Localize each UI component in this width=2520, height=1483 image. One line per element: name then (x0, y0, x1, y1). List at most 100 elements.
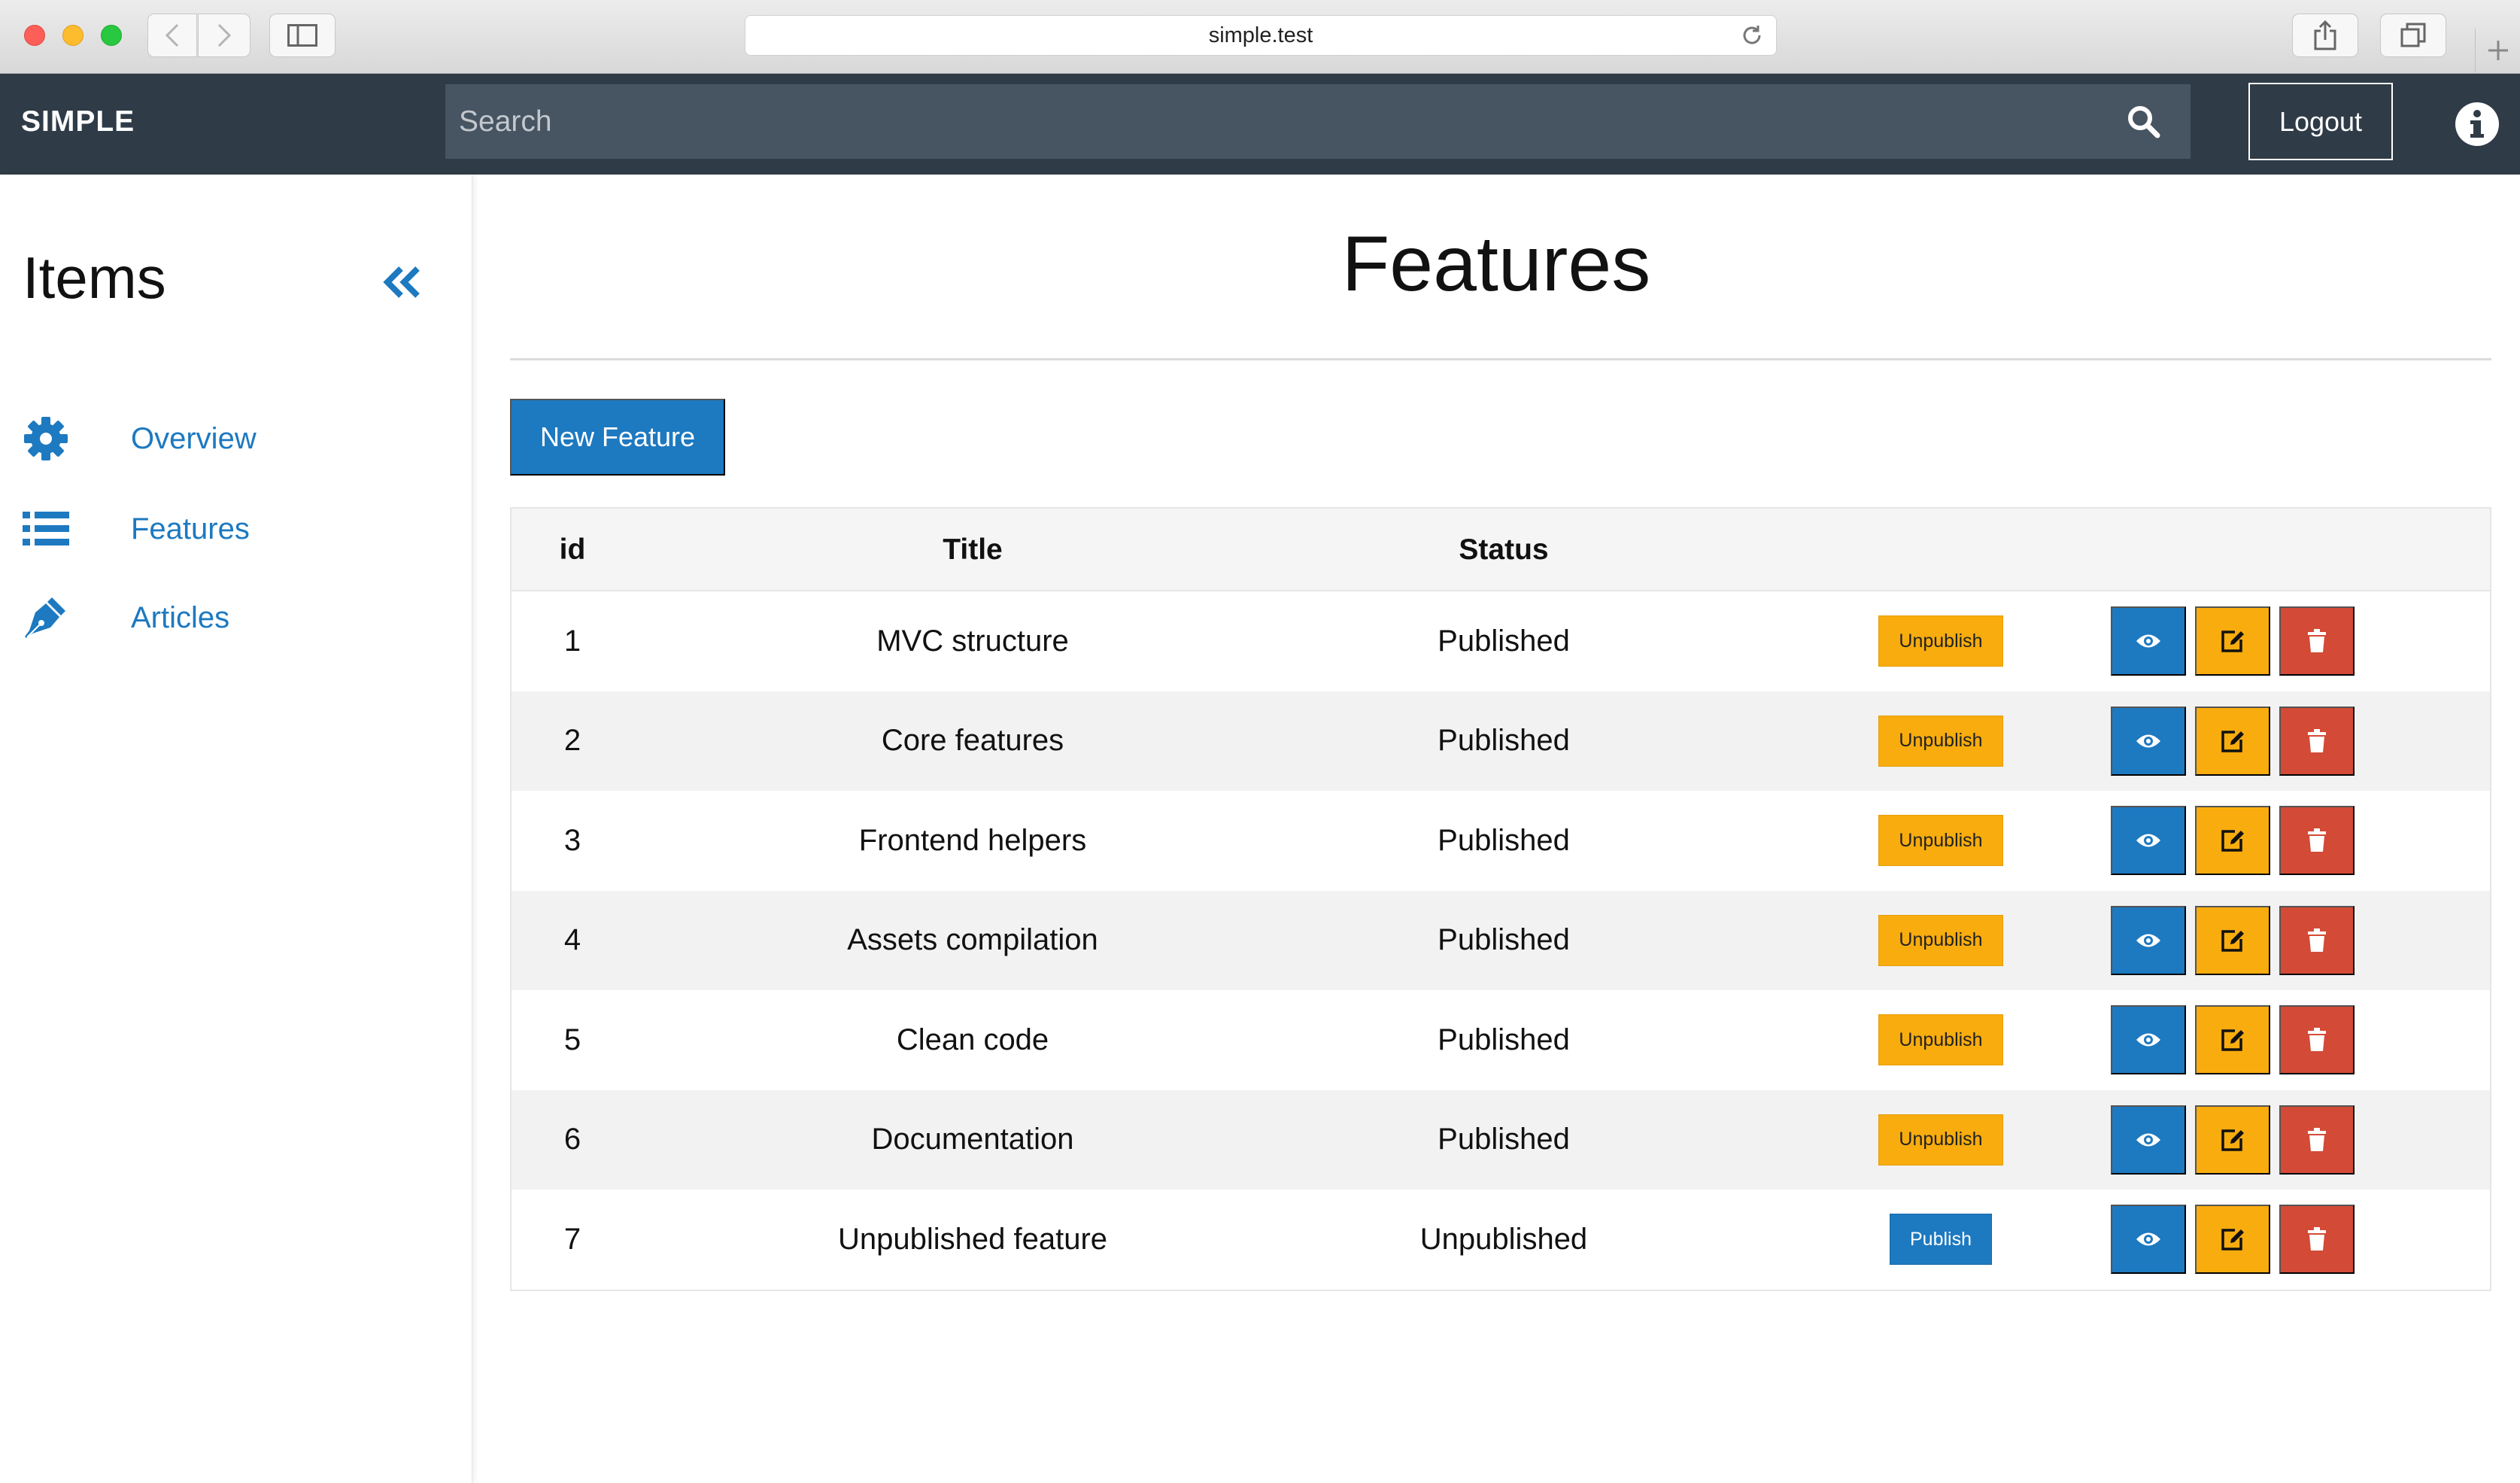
sidebar-item-features[interactable]: Features (23, 506, 250, 552)
cell-id-text: 4 (563, 923, 581, 957)
title-divider (510, 358, 2491, 360)
cell-status-text: Published (1438, 923, 1570, 957)
new-feature-button[interactable]: New Feature (510, 399, 725, 476)
view-button[interactable] (2111, 1205, 2186, 1275)
unpublish-button[interactable]: Unpublish (1878, 715, 2003, 767)
table-row: 3 Frontend helpers Published Unpublish (512, 791, 2490, 891)
trash-icon (2308, 828, 2326, 852)
unpublish-button[interactable]: Unpublish (1878, 914, 2003, 966)
minimize-window-button[interactable] (62, 25, 83, 46)
delete-button[interactable] (2279, 905, 2355, 975)
forward-button[interactable] (198, 14, 250, 57)
sidebar-item-label: Features (131, 512, 250, 545)
share-button[interactable] (2292, 14, 2358, 57)
cell-actions (2111, 591, 2464, 691)
publish-button[interactable]: Publish (1890, 1214, 1992, 1266)
edit-button[interactable] (2195, 1005, 2270, 1075)
edit-icon (2221, 1029, 2244, 1051)
cell-title-text: Documentation (871, 1123, 1074, 1156)
edit-button[interactable] (2195, 706, 2270, 776)
sidebar-title: Items (23, 245, 166, 311)
sidebar-item-overview[interactable]: Overview (23, 415, 257, 462)
eye-icon (2136, 934, 2160, 947)
sidebar-toggle-button[interactable] (269, 14, 335, 57)
cell-toggle: Unpublish (1805, 591, 2076, 691)
edit-button[interactable] (2195, 806, 2270, 876)
cell-title: Assets compilation (701, 891, 1244, 991)
search-input[interactable] (445, 84, 2191, 159)
table-row: 7 Unpublished feature Unpublished Publis… (512, 1190, 2490, 1290)
cell-status: Published (1268, 791, 1739, 891)
cell-toggle: Unpublish (1805, 990, 2076, 1090)
eye-icon (2136, 1232, 2160, 1246)
tab-overview-button[interactable] (2380, 14, 2446, 57)
cell-id-text: 6 (563, 1123, 581, 1156)
cell-actions (2111, 791, 2464, 891)
delete-button[interactable] (2279, 1205, 2355, 1275)
double-chevron-left-icon[interactable] (381, 265, 424, 303)
cell-title-text: MVC structure (876, 624, 1069, 658)
chevron-right-icon (217, 23, 232, 47)
delete-button[interactable] (2279, 806, 2355, 876)
delete-button[interactable] (2279, 1005, 2355, 1075)
trash-icon (2308, 1127, 2326, 1151)
view-button[interactable] (2111, 905, 2186, 975)
edit-button[interactable] (2195, 606, 2270, 676)
sidebar-item-articles[interactable]: Articles (23, 594, 229, 641)
new-tab-button[interactable] (2475, 29, 2520, 72)
cell-id-text: 5 (563, 1023, 581, 1056)
cell-actions (2111, 1090, 2464, 1190)
reload-icon[interactable] (1740, 23, 1764, 53)
cell-id: 5 (512, 990, 633, 1090)
browser-chrome: simple.test (0, 0, 2520, 74)
cell-id-text: 2 (563, 724, 581, 758)
cell-id: 6 (512, 1090, 633, 1190)
cell-status-text: Published (1438, 724, 1570, 758)
unpublish-button[interactable]: Unpublish (1878, 815, 2003, 867)
cell-id-text: 7 (563, 1222, 581, 1256)
pen-icon (23, 594, 69, 641)
edit-button[interactable] (2195, 905, 2270, 975)
unpublish-button[interactable]: Unpublish (1878, 615, 2003, 667)
address-bar[interactable]: simple.test (745, 15, 1777, 56)
zoom-window-button[interactable] (101, 25, 122, 46)
edit-button[interactable] (2195, 1105, 2270, 1175)
delete-button[interactable] (2279, 706, 2355, 776)
unpublish-button[interactable]: Unpublish (1878, 1014, 2003, 1066)
unpublish-button[interactable]: Unpublish (1878, 1114, 2003, 1165)
view-button[interactable] (2111, 706, 2186, 776)
table-body: 1 MVC structure Published Unpublish 2 Co… (512, 591, 2490, 1290)
table-row: 6 Documentation Published Unpublish (512, 1089, 2490, 1190)
view-button[interactable] (2111, 1105, 2186, 1175)
eye-icon (2136, 1133, 2160, 1147)
view-button[interactable] (2111, 606, 2186, 676)
cell-title-text: Frontend helpers (858, 823, 1087, 857)
info-icon[interactable] (2454, 101, 2500, 151)
trash-icon (2308, 928, 2326, 952)
cell-id-text: 1 (563, 624, 581, 658)
cell-status-text: Published (1438, 823, 1570, 857)
cell-status: Published (1268, 990, 1739, 1090)
trash-icon (2308, 1028, 2326, 1052)
table-header: id Title Status (512, 509, 2490, 591)
logout-button[interactable]: Logout (2248, 83, 2393, 160)
cell-title-text: Clean code (896, 1023, 1049, 1056)
close-window-button[interactable] (24, 25, 45, 46)
cell-status-text: Published (1438, 624, 1570, 658)
search-icon[interactable] (2126, 104, 2160, 142)
back-button[interactable] (147, 14, 197, 57)
cell-id: 7 (512, 1190, 633, 1290)
edit-icon (2221, 830, 2244, 852)
cell-title-text: Unpublished feature (837, 1222, 1108, 1256)
edit-icon (2221, 930, 2244, 952)
view-button[interactable] (2111, 1005, 2186, 1075)
cell-title-text: Core features (881, 724, 1064, 758)
cell-title: Clean code (701, 990, 1244, 1090)
brand-logo[interactable]: SIMPLE (21, 105, 135, 138)
sidebar: Items Overview Features Articles (0, 175, 472, 1483)
edit-button[interactable] (2195, 1205, 2270, 1275)
view-button[interactable] (2111, 806, 2186, 876)
cell-toggle: Unpublish (1805, 891, 2076, 991)
delete-button[interactable] (2279, 1105, 2355, 1175)
delete-button[interactable] (2279, 606, 2355, 676)
